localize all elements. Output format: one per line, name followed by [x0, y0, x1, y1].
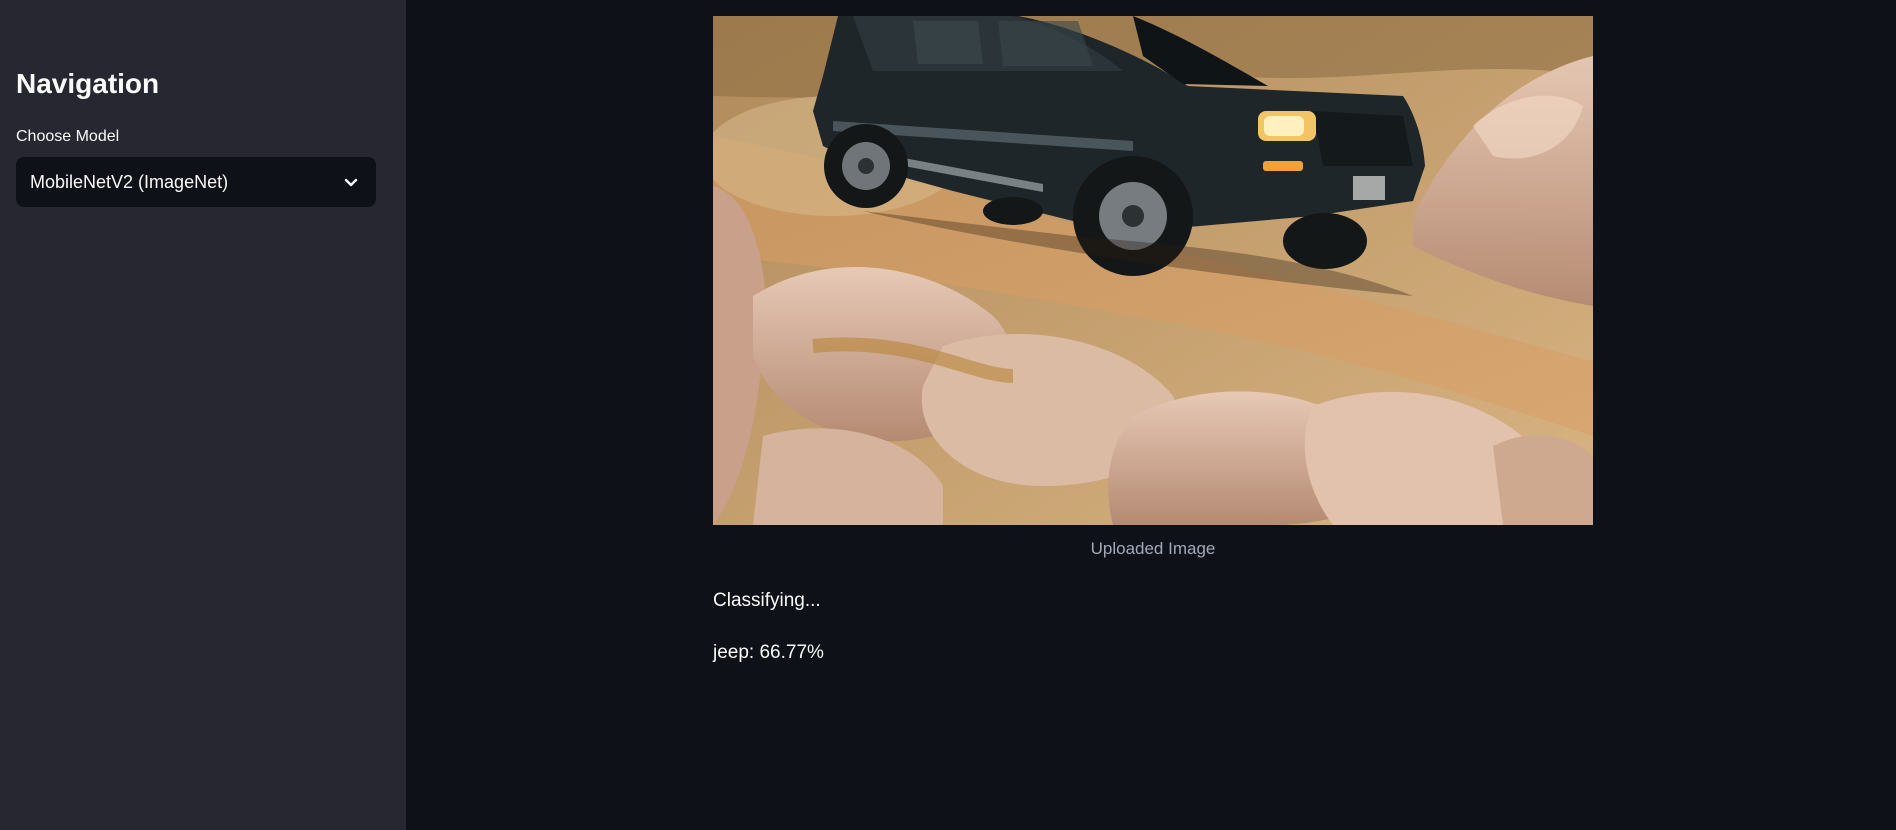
model-select-value: MobileNetV2 (ImageNet): [30, 172, 229, 192]
uploaded-image: [713, 16, 1593, 525]
prediction-result: jeep: 66.77%: [713, 642, 824, 663]
classifying-status: Classifying...: [713, 590, 821, 611]
model-select[interactable]: MobileNetV2 (ImageNet): [16, 157, 376, 207]
image-caption: Uploaded Image: [1090, 539, 1216, 558]
model-select-label: Choose Model: [16, 128, 120, 145]
sidebar: Navigation Choose Model MobileNetV2 (Ima…: [0, 0, 406, 830]
app-root: Navigation Choose Model MobileNetV2 (Ima…: [0, 0, 1896, 830]
main-content: Uploaded Image Classifying... jeep: 66.7…: [406, 0, 1896, 830]
chevron-down-icon[interactable]: [342, 173, 360, 191]
sidebar-title: Navigation: [16, 68, 160, 99]
